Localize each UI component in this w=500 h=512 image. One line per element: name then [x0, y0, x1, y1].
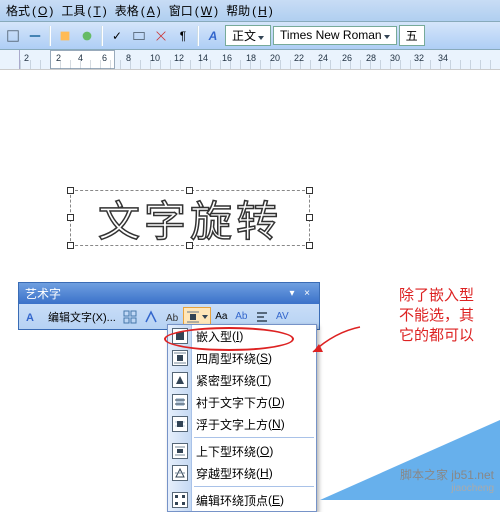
wrap-square[interactable]: 四周型环绕(S)	[168, 347, 316, 369]
insert-wordart-button[interactable]: A	[22, 307, 44, 326]
toolbar-dropdown-icon[interactable]: ▾	[286, 288, 298, 300]
font-color-button[interactable]: A	[203, 26, 223, 46]
wrap-front[interactable]: 浮于文字上方(N)	[168, 413, 316, 435]
gallery-button[interactable]	[120, 307, 140, 326]
through-wrap-icon	[172, 465, 188, 481]
ruler: 2 2 4 6 8 10 12 14 16 18 20 22 24 26 28 …	[0, 50, 500, 70]
menu-window[interactable]: 窗口(W)	[165, 0, 222, 21]
tight-wrap-icon	[172, 372, 188, 388]
document-area[interactable]: 文字旋转 艺术字 ▾ × A 编辑文字(X)... Ab Aa Ab	[0, 70, 500, 500]
resize-handle[interactable]	[306, 242, 313, 249]
menu-tools[interactable]: 工具(T)	[57, 0, 110, 21]
toolbar-button-3[interactable]	[55, 26, 75, 46]
horizontal-ruler[interactable]: 2 2 4 6 8 10 12 14 16 18 20 22 24 26 28 …	[20, 50, 500, 69]
edit-points-icon	[172, 492, 188, 508]
svg-text:A: A	[26, 312, 34, 324]
menu-format[interactable]: 格式(O)	[2, 0, 57, 21]
wrap-tight[interactable]: 紧密型环绕(T)	[168, 369, 316, 391]
text-wrapping-menu: 嵌入型(I) 四周型环绕(S) 紧密型环绕(T) 衬于文字下方(D) 浮于文字上…	[167, 324, 317, 512]
toolbar-button-1[interactable]	[3, 26, 23, 46]
formatting-toolbar: ✓ ¶ A 正文 Times New Roman 五	[0, 22, 500, 50]
toolbar-button-4[interactable]	[77, 26, 97, 46]
resize-handle[interactable]	[306, 187, 313, 194]
wordart-toolbar: 艺术字 ▾ × A 编辑文字(X)... Ab Aa Ab AV	[18, 282, 320, 330]
resize-handle[interactable]	[186, 187, 193, 194]
close-icon[interactable]: ×	[301, 288, 313, 300]
toolbar-button-8[interactable]: ¶	[173, 26, 193, 46]
wrap-behind[interactable]: 衬于文字下方(D)	[168, 391, 316, 413]
menubar: 格式(O) 工具(T) 表格(A) 窗口(W) 帮助(H)	[0, 0, 500, 22]
resize-handle[interactable]	[67, 242, 74, 249]
edit-text-button[interactable]: 编辑文字(X)...	[45, 307, 119, 326]
toolbar-button-6[interactable]	[129, 26, 149, 46]
toolbar-button-7[interactable]	[151, 26, 171, 46]
format-button[interactable]	[141, 307, 161, 326]
size-dropdown[interactable]: 五	[399, 25, 425, 46]
watermark: 脚本之家 jb51.net jiaocheng	[400, 466, 494, 494]
wordart-text: 文字旋转	[98, 188, 282, 249]
menu-help[interactable]: 帮助(H)	[222, 0, 277, 21]
svg-text:Ab: Ab	[166, 313, 179, 324]
resize-handle[interactable]	[306, 214, 313, 221]
wordart-object[interactable]: 文字旋转	[70, 190, 310, 246]
wordart-toolbar-title[interactable]: 艺术字 ▾ ×	[19, 283, 319, 304]
wrap-inline[interactable]: 嵌入型(I)	[168, 325, 316, 347]
style-dropdown[interactable]: 正文	[225, 25, 271, 46]
wrap-through[interactable]: 穿越型环绕(H)	[168, 462, 316, 484]
wrap-edit-points[interactable]: 编辑环绕顶点(E)	[168, 489, 316, 511]
front-text-icon	[172, 416, 188, 432]
square-wrap-icon	[172, 350, 188, 366]
toolbar-button-2[interactable]	[25, 26, 45, 46]
topbottom-wrap-icon	[172, 443, 188, 459]
menu-table[interactable]: 表格(A)	[111, 0, 165, 21]
font-dropdown[interactable]: Times New Roman	[273, 26, 397, 45]
behind-text-icon	[172, 394, 188, 410]
inline-icon	[172, 328, 188, 344]
resize-handle[interactable]	[186, 242, 193, 249]
toolbar-button-5[interactable]: ✓	[107, 26, 127, 46]
wrap-topbottom[interactable]: 上下型环绕(O)	[168, 440, 316, 462]
annotation-text: 除了嵌入型 不能选，其 它的都可以	[399, 286, 474, 346]
resize-handle[interactable]	[67, 214, 74, 221]
resize-handle[interactable]	[67, 187, 74, 194]
